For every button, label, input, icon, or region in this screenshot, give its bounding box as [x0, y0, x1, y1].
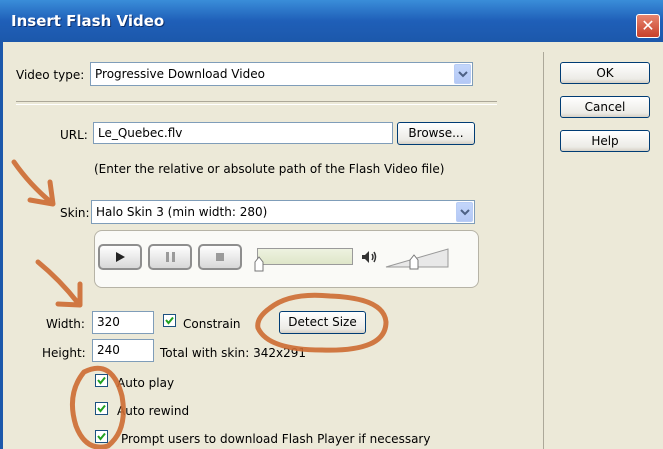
ok-button[interactable]: OK — [560, 62, 650, 84]
video-type-value: Progressive Download Video — [95, 67, 265, 81]
auto-rewind-label: Auto rewind — [117, 404, 190, 418]
width-input[interactable]: 320 — [92, 311, 154, 334]
seek-bar — [257, 248, 353, 265]
skin-select[interactable]: Halo Skin 3 (min width: 280) — [91, 200, 475, 224]
auto-play-checkbox[interactable] — [95, 374, 108, 387]
height-input[interactable]: 240 — [92, 339, 154, 362]
prompt-download-checkbox[interactable] — [95, 430, 108, 443]
chevron-down-icon — [454, 64, 471, 84]
total-with-skin: Total with skin: 342x291 — [160, 346, 307, 360]
play-icon — [98, 244, 142, 270]
volume-slider — [385, 248, 449, 270]
window-title: Insert Flash Video — [11, 12, 165, 30]
constrain-label: Constrain — [183, 317, 241, 331]
url-hint: (Enter the relative or absolute path of … — [94, 162, 445, 176]
height-value: 240 — [97, 343, 120, 357]
help-button-label: Help — [591, 134, 619, 148]
browse-button-label: Browse... — [408, 126, 464, 140]
seek-handle-icon — [254, 256, 264, 272]
title-bar: Insert Flash Video ✕ — [0, 0, 663, 42]
detect-size-button[interactable]: Detect Size — [279, 311, 366, 334]
stop-icon — [198, 244, 242, 270]
video-type-select[interactable]: Progressive Download Video — [90, 62, 473, 86]
help-button[interactable]: Help — [560, 130, 650, 152]
volume-icon — [362, 251, 377, 263]
url-label: URL: — [60, 128, 88, 142]
url-input[interactable]: Le_Quebec.flv — [93, 122, 393, 144]
cancel-button[interactable]: Cancel — [560, 96, 650, 118]
browse-button[interactable]: Browse... — [397, 122, 475, 145]
ok-button-label: OK — [596, 66, 614, 80]
url-value: Le_Quebec.flv — [98, 126, 183, 140]
skin-value: Halo Skin 3 (min width: 280) — [96, 205, 268, 219]
detect-size-button-label: Detect Size — [288, 315, 357, 329]
prompt-download-label: Prompt users to download Flash Player if… — [121, 432, 431, 446]
width-label: Width: — [46, 317, 85, 331]
skin-label: Skin: — [60, 206, 90, 220]
pause-icon — [148, 244, 192, 270]
close-icon: ✕ — [641, 16, 655, 35]
constrain-checkbox[interactable] — [163, 314, 176, 327]
auto-rewind-checkbox[interactable] — [95, 402, 108, 415]
close-button[interactable]: ✕ — [636, 14, 660, 38]
auto-play-label: Auto play — [117, 376, 175, 390]
video-type-label: Video type: — [16, 68, 85, 82]
width-value: 320 — [97, 315, 120, 329]
cancel-button-label: Cancel — [584, 100, 626, 114]
height-label: Height: — [42, 346, 86, 360]
divider — [16, 101, 497, 105]
chevron-down-icon — [456, 202, 473, 222]
